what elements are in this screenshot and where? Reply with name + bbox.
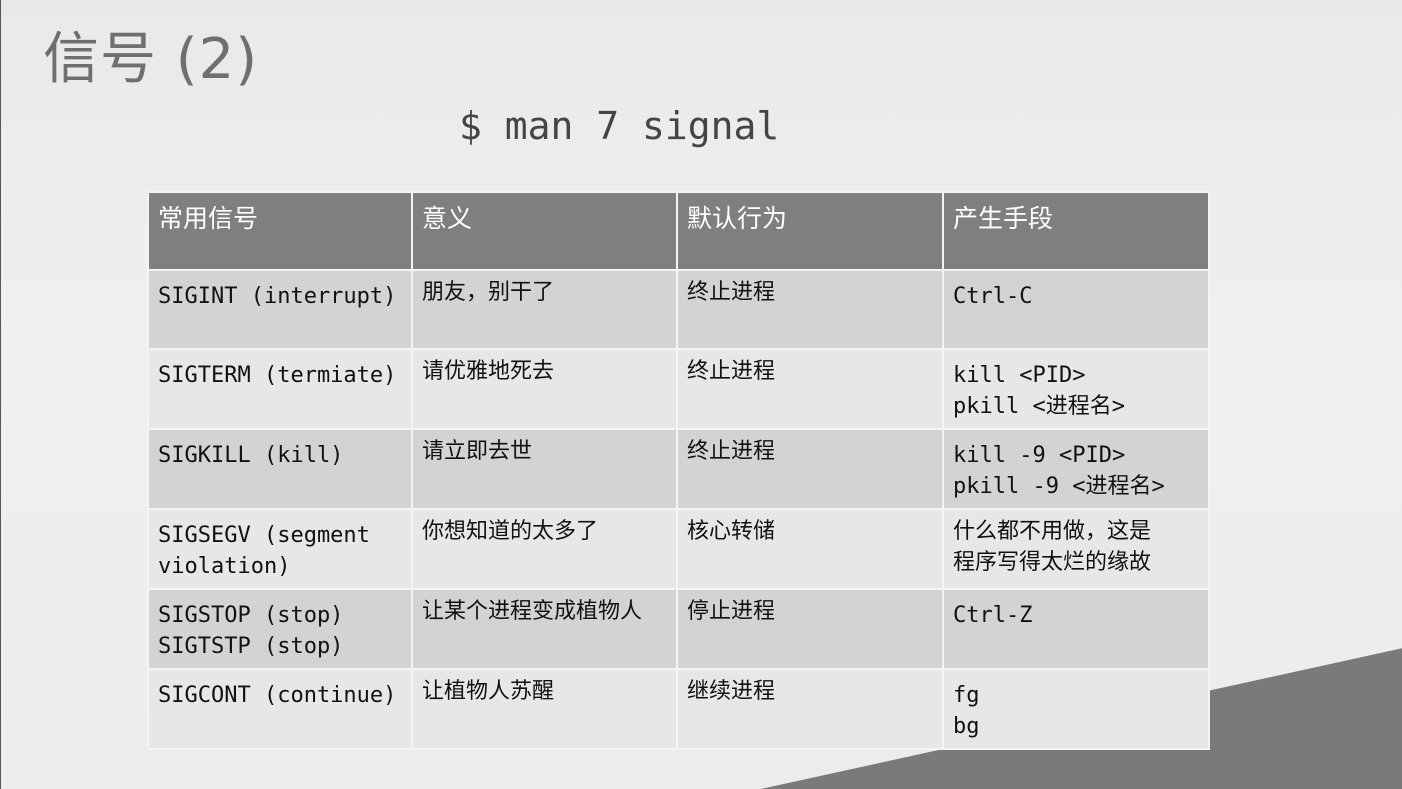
- default-action-cell: 停止进程: [676, 588, 944, 670]
- trigger-cell: kill <PID> pkill <进程名>: [942, 348, 1210, 430]
- trigger-cell: fg bg: [942, 668, 1210, 750]
- meaning-cell: 你想知道的太多了: [411, 508, 678, 590]
- meaning-text: 让某个进程变成植物人: [422, 599, 643, 624]
- column-header-meaning: 意义: [411, 191, 678, 271]
- trigger-line: Ctrl-C: [953, 284, 1033, 309]
- meaning-cell: 请优雅地死去: [411, 348, 678, 430]
- trigger-line: pkill <进程名>: [953, 394, 1125, 419]
- signal-name: SIGINT (interrupt): [158, 284, 397, 309]
- trigger-line: kill -9 <PID>: [953, 443, 1126, 468]
- table-row: SIGCONT (continue) 让植物人苏醒 继续进程 fg bg: [147, 668, 1210, 750]
- signal-name: SIGKILL (kill): [158, 443, 344, 468]
- signal-cell: SIGSTOP (stop) SIGTSTP (stop): [147, 588, 413, 670]
- signal-table: 常用信号 意义 默认行为 产生手段 SIGINT (interrupt) 朋友，…: [147, 191, 1210, 750]
- meaning-cell: 让植物人苏醒: [411, 668, 678, 750]
- signal-name: SIGCONT (continue): [158, 683, 397, 708]
- signal-cell: SIGCONT (continue): [147, 668, 413, 750]
- signal-name: violation): [158, 554, 291, 579]
- meaning-cell: 朋友，别干了: [411, 269, 678, 350]
- default-action-cell: 继续进程: [676, 668, 944, 750]
- trigger-cell: Ctrl-C: [942, 269, 1210, 350]
- trigger-line: 什么都不用做，这是: [953, 519, 1152, 544]
- column-header-default-action: 默认行为: [676, 191, 944, 271]
- trigger-line: fg: [953, 683, 980, 708]
- table-row: SIGINT (interrupt) 朋友，别干了 终止进程 Ctrl-C: [147, 269, 1210, 350]
- table-row: SIGKILL (kill) 请立即去世 终止进程 kill -9 <PID> …: [147, 428, 1210, 510]
- default-action-cell: 终止进程: [676, 269, 944, 350]
- signal-cell: SIGTERM (termiate): [147, 348, 413, 430]
- slide: 信号 (2) $ man 7 signal 常用信号 意义 默认行为 产生手段 …: [0, 0, 1402, 789]
- signal-cell: SIGINT (interrupt): [147, 269, 413, 350]
- meaning-cell: 让某个进程变成植物人: [411, 588, 678, 670]
- column-header-signal: 常用信号: [147, 191, 413, 271]
- table-row: SIGSTOP (stop) SIGTSTP (stop) 让某个进程变成植物人…: [147, 588, 1210, 670]
- page-title: 信号 (2): [43, 27, 259, 92]
- meaning-cell: 请立即去世: [411, 428, 678, 510]
- trigger-line: Ctrl-Z: [953, 603, 1033, 628]
- command-line: $ man 7 signal: [459, 104, 780, 148]
- column-header-trigger: 产生手段: [942, 191, 1210, 271]
- default-action-cell: 核心转储: [676, 508, 944, 590]
- trigger-cell: Ctrl-Z: [942, 588, 1210, 670]
- default-action-cell: 终止进程: [676, 428, 944, 510]
- trigger-line: pkill -9 <进程名>: [953, 474, 1165, 499]
- signal-name: SIGSTOP (stop): [158, 603, 344, 628]
- trigger-cell: kill -9 <PID> pkill -9 <进程名>: [942, 428, 1210, 510]
- signal-name: SIGTERM (termiate): [158, 363, 397, 388]
- signal-name: SIGSEGV (segment: [158, 523, 370, 548]
- signal-name: SIGTSTP (stop): [158, 634, 344, 659]
- table-row: SIGTERM (termiate) 请优雅地死去 终止进程 kill <PID…: [147, 348, 1210, 430]
- table-header-row: 常用信号 意义 默认行为 产生手段: [147, 191, 1210, 271]
- trigger-line: kill <PID>: [953, 363, 1086, 388]
- default-action-cell: 终止进程: [676, 348, 944, 430]
- trigger-line: bg: [953, 714, 980, 739]
- table-row: SIGSEGV (segment violation) 你想知道的太多了 核心转…: [147, 508, 1210, 590]
- trigger-cell: 什么都不用做，这是 程序写得太烂的缘故: [942, 508, 1210, 590]
- signal-cell: SIGKILL (kill): [147, 428, 413, 510]
- trigger-line: 程序写得太烂的缘故: [953, 550, 1152, 575]
- signal-cell: SIGSEGV (segment violation): [147, 508, 413, 590]
